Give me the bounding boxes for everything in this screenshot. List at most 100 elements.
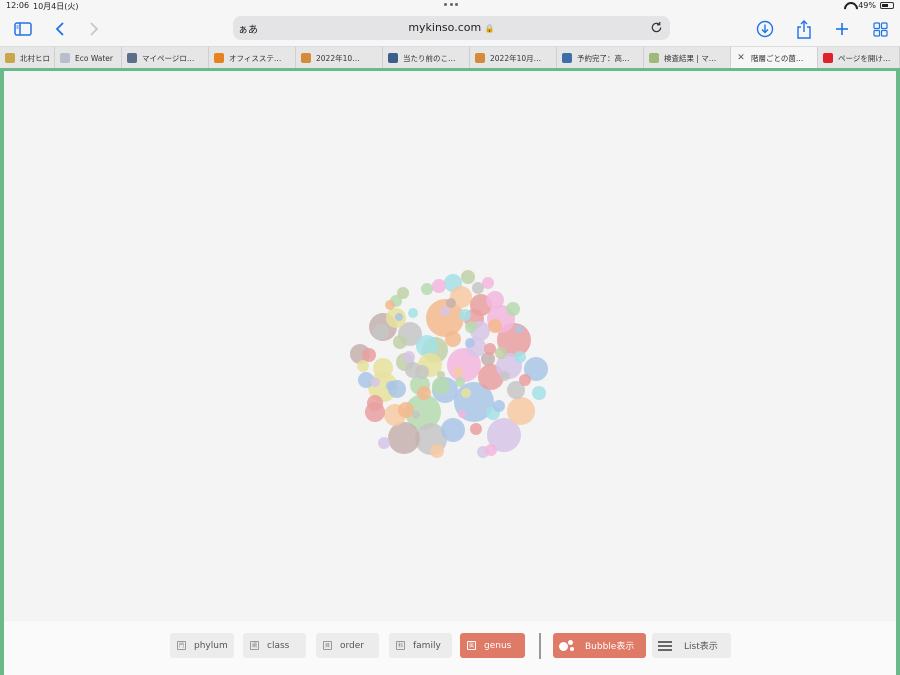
bubble-87[interactable] (412, 411, 420, 419)
bubble-57[interactable] (421, 283, 433, 295)
bubble-89[interactable] (515, 325, 523, 333)
bubble-40[interactable] (445, 331, 461, 347)
bubble-49[interactable] (362, 348, 376, 362)
bubble-88[interactable] (458, 410, 466, 418)
bubble-65[interactable] (493, 400, 505, 412)
tab-overview-icon[interactable] (870, 19, 890, 39)
bubble-48[interactable] (373, 324, 389, 340)
phylum-icon: 門 (177, 641, 186, 650)
bubble-76[interactable] (465, 338, 475, 348)
tab-5[interactable]: 当たり前のこ… (383, 47, 470, 69)
bubble-37[interactable] (373, 358, 393, 378)
list-view-button[interactable]: List表示 (652, 633, 731, 658)
bubble-68[interactable] (485, 444, 497, 456)
bubble-9[interactable] (441, 418, 465, 442)
web-page: 門 phylum 綱 class 目 order 科 family 属 genus Bub… (0, 68, 900, 675)
bubble-82[interactable] (440, 306, 450, 316)
reload-icon[interactable] (650, 21, 663, 34)
bubble-71[interactable] (397, 287, 409, 299)
sidebar-icon[interactable] (13, 19, 33, 39)
bubble-77[interactable] (446, 298, 456, 308)
tab-9[interactable]: ✕ 階層ごとの菌… (731, 47, 818, 69)
bubble-78[interactable] (500, 371, 510, 381)
bubble-80[interactable] (461, 388, 471, 398)
rank-controls: 門 phylum 綱 class 目 order 科 family 属 genus Bub… (4, 621, 896, 675)
bubble-75[interactable] (386, 381, 396, 391)
bubble-73[interactable] (370, 377, 380, 387)
bubble-61[interactable] (488, 319, 502, 333)
bubble-44[interactable] (465, 321, 477, 333)
class-icon: 綱 (250, 641, 259, 650)
bubble-58[interactable] (461, 270, 475, 284)
bubble-81[interactable] (455, 377, 465, 387)
class-button[interactable]: 綱 class (243, 633, 306, 658)
bubble-31[interactable] (432, 377, 450, 395)
bubble-33[interactable] (398, 402, 414, 418)
multitasking-dots-icon[interactable] (444, 3, 458, 7)
tab-8[interactable]: 検査結果 | マ… (644, 47, 731, 69)
download-icon[interactable] (755, 19, 775, 39)
bubble-85[interactable] (437, 371, 445, 379)
bubble-79[interactable] (514, 351, 526, 363)
share-icon[interactable] (794, 19, 814, 39)
family-label: family (413, 640, 441, 651)
family-button[interactable]: 科 family (389, 633, 452, 658)
question-icon (127, 53, 137, 63)
bubble-view-button[interactable]: Bubble表示 (553, 633, 646, 658)
class-label: class (267, 640, 290, 651)
bubble-66[interactable] (430, 444, 444, 458)
address-bar[interactable]: ぁあ mykinso.com 🔒 (233, 16, 670, 40)
bubble-54[interactable] (417, 386, 431, 400)
generic-page-icon (60, 53, 70, 63)
tab-2[interactable]: マイページロ… (122, 47, 209, 69)
bubble-72[interactable] (385, 300, 395, 310)
bubble-45[interactable] (484, 343, 496, 355)
bubble-83[interactable] (408, 308, 418, 318)
bubble-41[interactable] (367, 395, 383, 411)
tab-3[interactable]: オフィスステ… (209, 47, 296, 69)
globe-icon (5, 53, 15, 63)
yahoo-icon (823, 53, 833, 63)
bubble-74[interactable] (378, 437, 390, 449)
tab-0[interactable]: 北村ヒロ (0, 47, 55, 69)
bubble-24[interactable] (486, 291, 504, 309)
list-view-icon (658, 640, 672, 651)
bubble-10[interactable] (507, 397, 535, 425)
tab-title: 2022年10月… (490, 53, 542, 63)
bubble-56[interactable] (432, 279, 446, 293)
leaf-icon (649, 53, 659, 63)
forward-icon[interactable] (84, 19, 104, 39)
tab-10[interactable]: ページを開け… (818, 47, 900, 69)
colorful-wheel-icon (301, 53, 311, 63)
bubble-64[interactable] (519, 374, 531, 386)
tab-title: 検査結果 | マ… (664, 53, 717, 63)
bubble-chart-svg (350, 270, 548, 458)
genus-label: genus (484, 640, 512, 651)
bubble-20[interactable] (532, 386, 546, 400)
bubble-69[interactable] (470, 423, 482, 435)
bubble-55[interactable] (415, 365, 429, 379)
bubble-7[interactable] (388, 422, 420, 454)
close-icon[interactable]: ✕ (736, 53, 746, 63)
browser-toolbar: ぁあ mykinso.com 🔒 (0, 13, 900, 45)
bubble-60[interactable] (482, 277, 494, 289)
bubble-53[interactable] (403, 351, 415, 363)
back-icon[interactable] (50, 19, 70, 39)
bubble-52[interactable] (393, 335, 407, 349)
bubble-84[interactable] (453, 367, 463, 377)
bubble-51[interactable] (357, 360, 369, 372)
bubble-42[interactable] (459, 309, 471, 321)
genus-button[interactable]: 属 genus (460, 633, 525, 658)
phylum-button[interactable]: 門 phylum (170, 633, 234, 658)
tab-title: 当たり前のこ… (403, 53, 456, 63)
tab-4[interactable]: 2022年10… (296, 47, 383, 69)
tab-7[interactable]: 予約完了：高… (557, 47, 644, 69)
order-button[interactable]: 目 order (316, 633, 379, 658)
tab-1[interactable]: Eco Water (55, 47, 122, 69)
bubble-62[interactable] (495, 347, 507, 359)
bubble-86[interactable] (395, 313, 403, 321)
battery-percent: 49% (858, 1, 876, 10)
tab-6[interactable]: 2022年10月… (470, 47, 557, 69)
bubble-63[interactable] (506, 302, 520, 316)
new-tab-icon[interactable] (832, 19, 852, 39)
